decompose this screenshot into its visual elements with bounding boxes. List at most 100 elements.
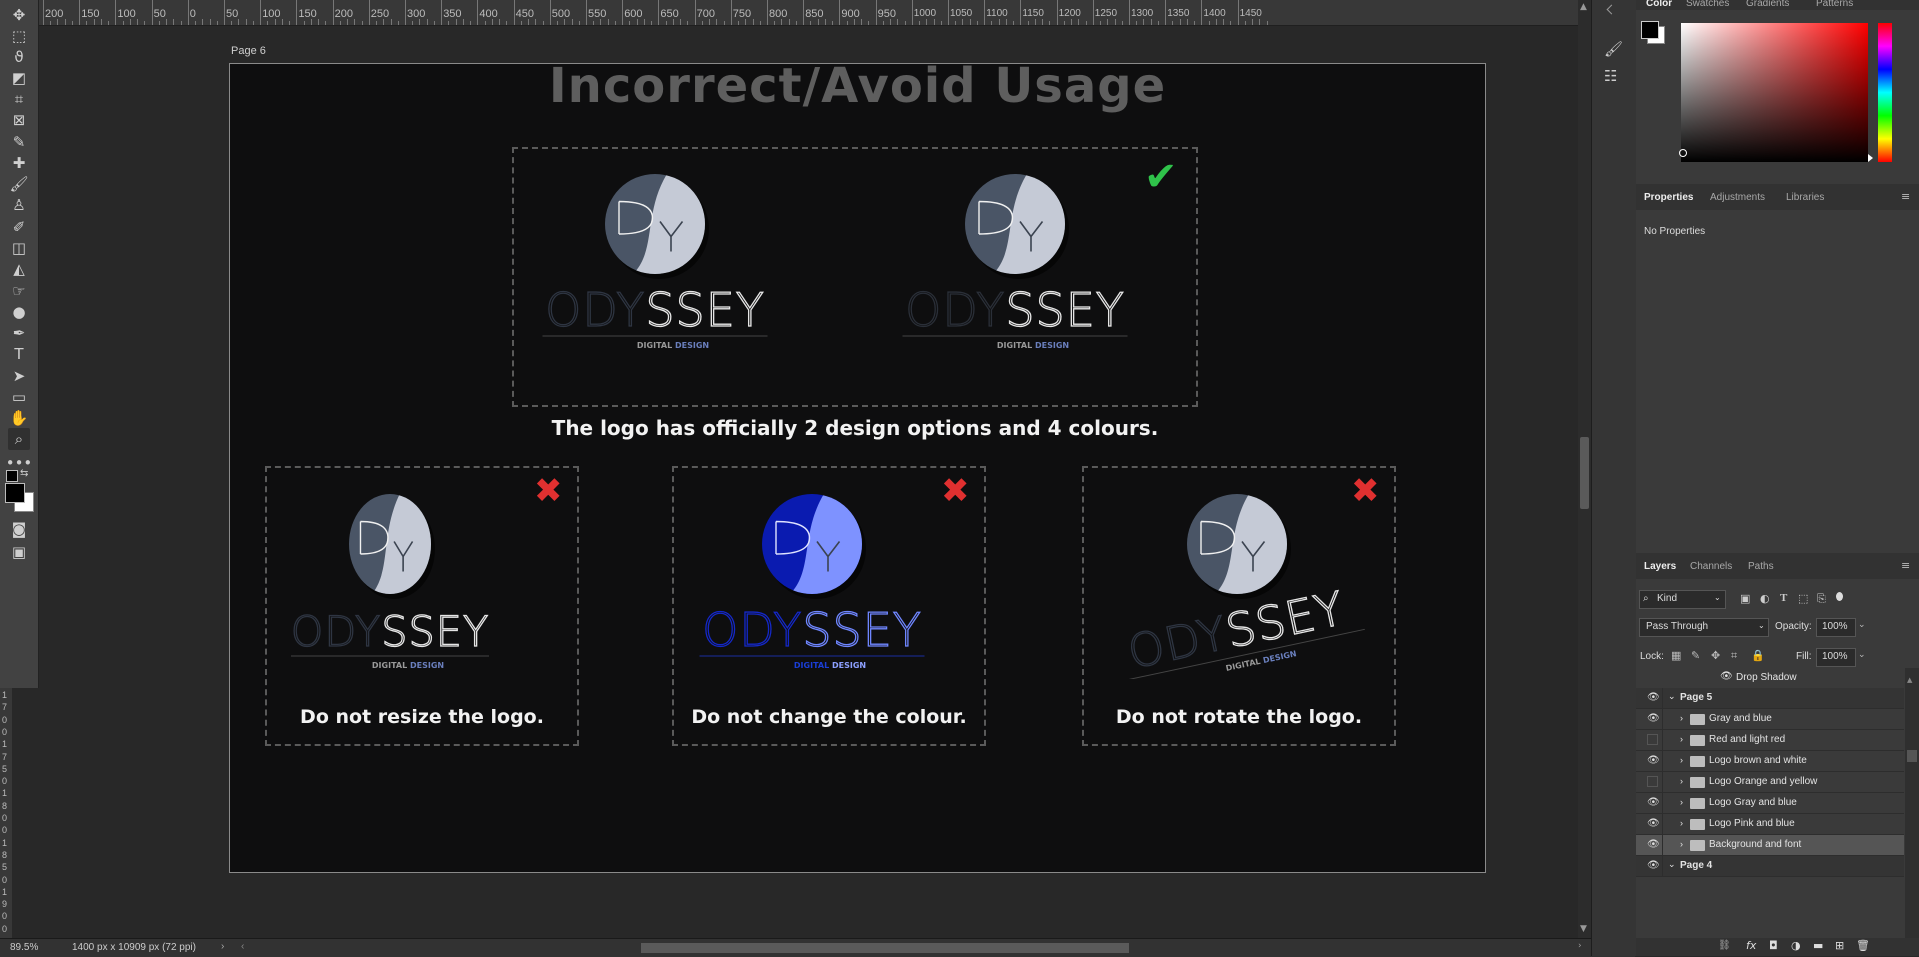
tab-adjustments[interactable]: Adjustments: [1710, 192, 1765, 203]
layer-row[interactable]: 👁 › Logo Pink and blue: [1636, 814, 1904, 835]
paint-bucket-icon[interactable]: ◭: [8, 258, 30, 280]
lock-position-icon[interactable]: ✥: [1711, 649, 1720, 662]
chevron-right-icon[interactable]: ›: [1680, 839, 1683, 849]
horizontal-scroll-thumb[interactable]: [641, 943, 1129, 953]
kind-filter-select[interactable]: ⌕ Kind ⌄: [1639, 590, 1726, 609]
adjust-icon[interactable]: ☷: [1604, 67, 1617, 85]
chevron-right-icon[interactable]: ›: [1680, 734, 1683, 744]
default-colors-icon[interactable]: [6, 470, 18, 482]
eye-icon[interactable]: 👁: [1720, 671, 1733, 682]
vertical-scroll-thumb[interactable]: [1580, 437, 1589, 509]
collapse-dock-icon[interactable]: [1606, 4, 1617, 15]
scroll-up-icon[interactable]: ▲: [1580, 2, 1587, 12]
swap-colors-icon[interactable]: ⇆: [20, 468, 28, 479]
object-select-tool-icon[interactable]: ◩: [8, 67, 30, 89]
fill-dropdown-icon[interactable]: ⌄: [1858, 650, 1866, 660]
status-menu-arrow-icon[interactable]: ›: [221, 941, 224, 952]
eye-icon[interactable]: 👁: [1647, 797, 1660, 808]
fg-color-chip[interactable]: [1641, 21, 1659, 39]
lock-transparent-icon[interactable]: ▦: [1671, 649, 1681, 662]
link-layers-icon[interactable]: ⛓: [1718, 940, 1731, 951]
chevron-down-icon[interactable]: ⌄: [1668, 859, 1676, 870]
eraser-tool-icon[interactable]: ◫: [8, 237, 30, 259]
foreground-color-swatch[interactable]: [5, 483, 25, 503]
delete-layer-icon[interactable]: 🗑: [1856, 939, 1870, 952]
eye-icon[interactable]: 👁: [1647, 818, 1660, 829]
smudge-tool-icon[interactable]: ☞: [8, 280, 30, 302]
artboard-label[interactable]: Page 6: [231, 45, 266, 57]
color-picker-cursor[interactable]: [1679, 149, 1687, 157]
marquee-tool-icon[interactable]: ⬚: [8, 25, 30, 47]
tab-color[interactable]: Color: [1646, 0, 1672, 9]
frame-tool-icon[interactable]: ⊠: [8, 109, 30, 131]
layers-scroll-thumb[interactable]: [1907, 750, 1917, 762]
path-select-icon[interactable]: ➤: [8, 365, 30, 387]
tab-patterns[interactable]: Patterns: [1816, 0, 1853, 9]
layer-row[interactable]: 👁 › Background and font: [1636, 835, 1904, 856]
type-tool-icon[interactable]: T: [8, 343, 30, 365]
panel-menu-icon[interactable]: ≡: [1901, 190, 1910, 203]
layer-row[interactable]: 👁 › Logo brown and white: [1636, 751, 1904, 772]
add-mask-icon[interactable]: ◘: [1769, 939, 1778, 952]
layer-row[interactable]: 👁 › Logo Gray and blue: [1636, 793, 1904, 814]
blend-mode-select[interactable]: Pass Through ⌄: [1639, 618, 1769, 637]
eye-icon[interactable]: 👁: [1647, 755, 1660, 766]
lasso-tool-icon[interactable]: ϑ: [8, 46, 30, 68]
layer-row[interactable]: 👁 ⌄ Page 5: [1636, 688, 1904, 709]
history-brush-icon[interactable]: ✐: [8, 216, 30, 238]
zoom-level[interactable]: 89.5%: [10, 942, 38, 953]
color-field[interactable]: [1681, 23, 1868, 162]
lock-image-icon[interactable]: ✎: [1691, 649, 1700, 662]
filter-toggle-icon[interactable]: [1836, 592, 1843, 601]
artboard[interactable]: Incorrect/Avoid Usage ✔ ODYSSEY DIGITAL …: [229, 58, 1486, 873]
chevron-right-icon[interactable]: ›: [1680, 776, 1683, 786]
eyedropper-tool-icon[interactable]: ✎: [8, 131, 30, 153]
visibility-off-icon[interactable]: [1647, 776, 1658, 787]
brush-settings-icon[interactable]: 🖌: [1604, 40, 1623, 58]
tab-libraries[interactable]: Libraries: [1786, 192, 1824, 203]
layer-row[interactable]: 👁 › Gray and blue: [1636, 709, 1904, 730]
scroll-down-icon[interactable]: ▼: [1580, 924, 1587, 934]
hue-slider-handle[interactable]: [1868, 154, 1873, 162]
tab-swatches[interactable]: Swatches: [1686, 0, 1729, 9]
pixel-filter-icon[interactable]: ▣: [1740, 592, 1750, 605]
layer-row[interactable]: 👁 ⌄ Page 4: [1636, 856, 1904, 877]
layers-scrollbar[interactable]: [1905, 668, 1919, 938]
fill-field[interactable]: 100%: [1816, 648, 1856, 667]
adjustment-filter-icon[interactable]: ◐: [1760, 592, 1770, 605]
scroll-left-icon[interactable]: ‹: [241, 941, 244, 952]
shape-filter-icon[interactable]: ⬚: [1798, 592, 1808, 605]
chevron-right-icon[interactable]: ›: [1680, 713, 1683, 723]
brush-tool-icon[interactable]: 🖌: [8, 173, 30, 195]
quick-mask-icon[interactable]: ◙: [8, 518, 30, 540]
tab-channels[interactable]: Channels: [1690, 561, 1732, 572]
tab-gradients[interactable]: Gradients: [1746, 0, 1789, 9]
eye-icon[interactable]: 👁: [1647, 839, 1660, 850]
tab-properties[interactable]: Properties: [1644, 192, 1693, 203]
lock-artboard-icon[interactable]: ⌗: [1731, 649, 1737, 663]
visibility-off-icon[interactable]: [1647, 734, 1658, 745]
adjustment-layer-icon[interactable]: ◑: [1791, 939, 1801, 952]
panel-menu-icon[interactable]: ≡: [1901, 559, 1910, 572]
eye-icon[interactable]: 👁: [1647, 860, 1660, 871]
chevron-right-icon[interactable]: ›: [1680, 818, 1683, 828]
screen-mode-icon[interactable]: ▣: [8, 541, 30, 563]
scroll-right-icon[interactable]: ›: [1578, 941, 1582, 951]
chevron-down-icon[interactable]: ⌄: [1668, 691, 1676, 702]
lock-all-icon[interactable]: 🔒: [1751, 649, 1765, 662]
smartobject-filter-icon[interactable]: ⎘: [1817, 592, 1826, 606]
layer-row[interactable]: › Red and light red: [1636, 730, 1904, 751]
new-group-icon[interactable]: ▬: [1813, 939, 1823, 952]
fx-icon[interactable]: fx: [1746, 939, 1756, 952]
dodge-tool-icon[interactable]: ●: [8, 301, 30, 323]
opacity-dropdown-icon[interactable]: ⌄: [1858, 620, 1866, 630]
hue-slider[interactable]: [1878, 23, 1892, 162]
hand-tool-icon[interactable]: ✋: [8, 407, 30, 429]
layers-scroll-up-icon[interactable]: ▲: [1907, 676, 1912, 684]
tab-paths[interactable]: Paths: [1748, 561, 1774, 572]
chevron-right-icon[interactable]: ›: [1680, 755, 1683, 765]
eye-icon[interactable]: 👁: [1647, 713, 1660, 724]
type-filter-icon[interactable]: T: [1780, 592, 1787, 604]
healing-brush-icon[interactable]: ✚: [8, 152, 30, 174]
layer-row[interactable]: › Logo Orange and yellow: [1636, 772, 1904, 793]
